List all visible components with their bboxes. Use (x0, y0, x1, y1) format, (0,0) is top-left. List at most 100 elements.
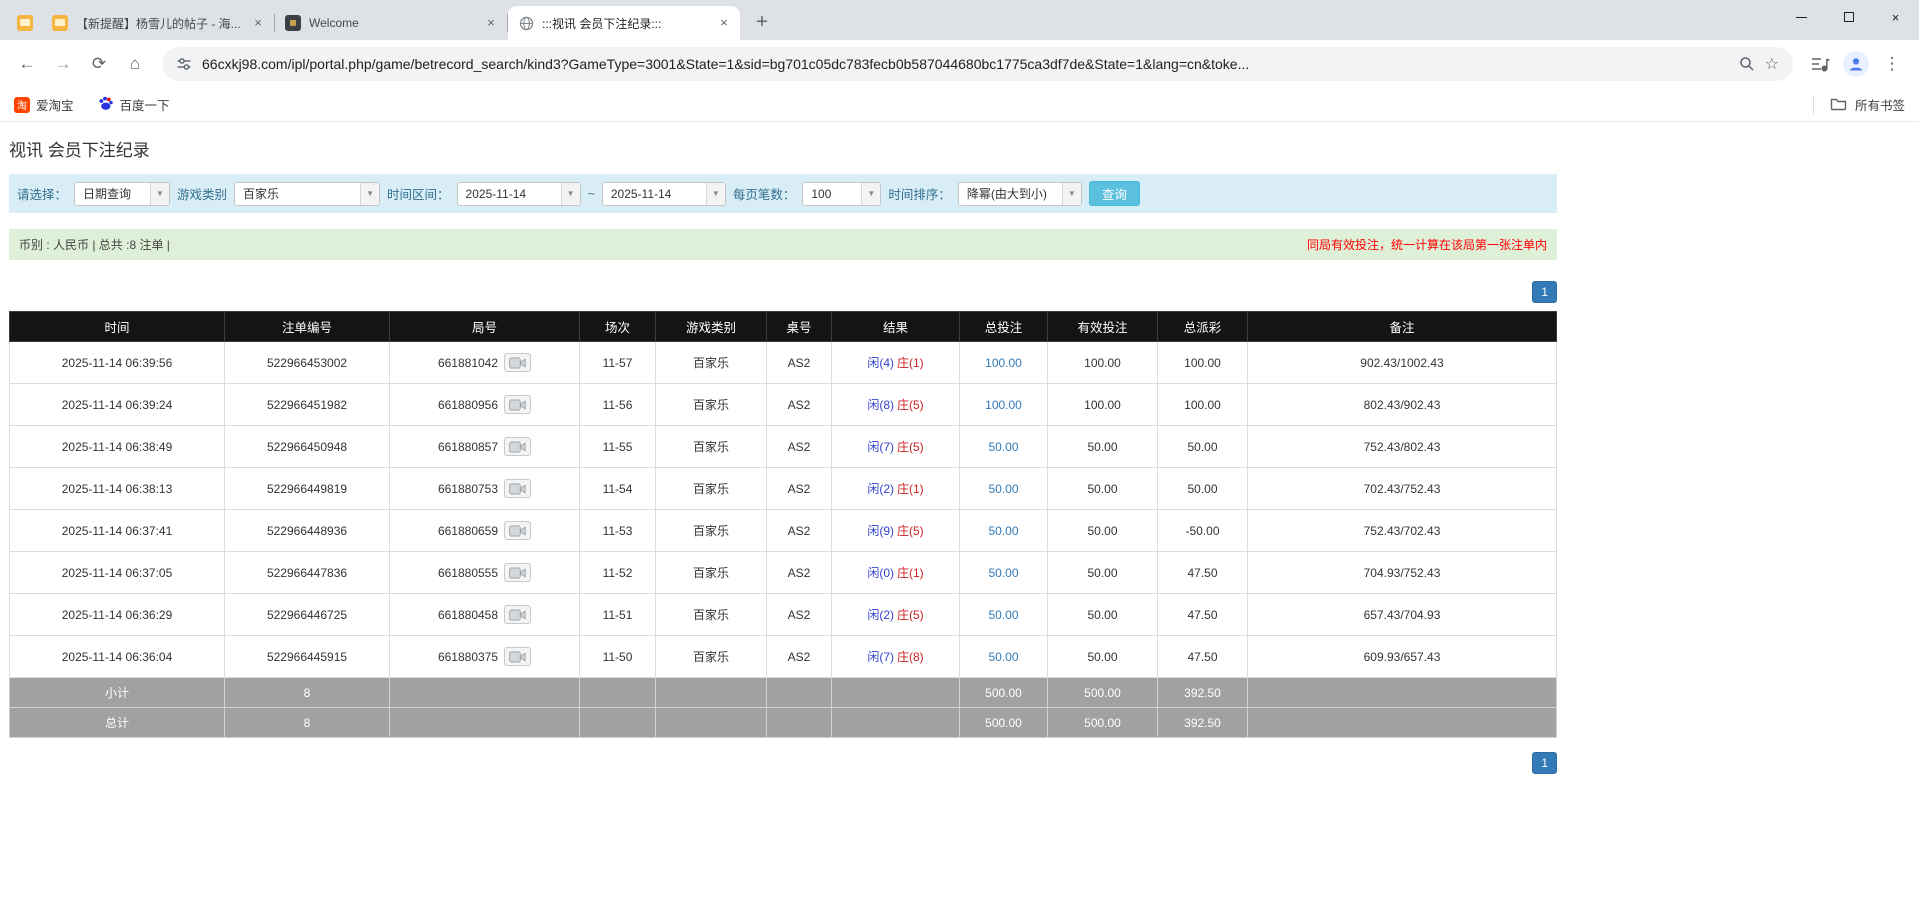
reload-button[interactable]: ⟳ (82, 47, 116, 81)
home-button[interactable]: ⌂ (118, 47, 152, 81)
total-bet-link[interactable]: 50.00 (988, 566, 1018, 580)
cell-session: 11-53 (579, 509, 656, 552)
cell-time: 2025-11-14 06:36:04 (9, 635, 225, 678)
bet-table-body: 2025-11-14 06:39:56 522966453002 661881042… (9, 341, 1557, 678)
round-id-text: 661880857 (437, 439, 499, 454)
cell-session: 11-52 (579, 551, 656, 594)
total-bet-link[interactable]: 50.00 (988, 440, 1018, 454)
video-replay-button[interactable] (504, 395, 532, 414)
cell-session: 11-50 (579, 635, 656, 678)
tab-close-icon[interactable]: × (716, 15, 732, 31)
tab-bet-records-active[interactable]: :::视讯 会员下注纪录::: × (508, 6, 740, 40)
chevron-down-icon[interactable]: ▼ (1061, 182, 1081, 205)
cell-valid-bet: 50.00 (1047, 425, 1158, 468)
site-settings-icon[interactable] (176, 56, 192, 72)
bookmark-label: 百度一下 (119, 99, 170, 113)
cell-remark: 657.43/704.93 (1247, 593, 1557, 636)
total-bet-link[interactable]: 50.00 (988, 482, 1018, 496)
bookmark-baidu[interactable]: 百度一下 (98, 95, 170, 114)
cell-time: 2025-11-14 06:38:13 (9, 467, 225, 510)
cell-remark: 704.93/752.43 (1247, 551, 1557, 594)
sort-select[interactable]: 降幂(由大到小) ▼ (957, 181, 1082, 206)
cell-valid-bet: 50.00 (1047, 635, 1158, 678)
bookmark-taobao[interactable]: 淘 爱淘宝 (14, 95, 74, 114)
back-button[interactable]: ← (10, 47, 44, 81)
video-replay-button[interactable] (504, 647, 532, 666)
video-replay-button[interactable] (504, 563, 532, 582)
chevron-down-icon[interactable]: ▼ (150, 182, 170, 205)
tab-close-icon[interactable]: × (250, 15, 266, 31)
video-replay-button[interactable] (504, 437, 532, 456)
cell-table-no: AS2 (766, 425, 832, 468)
result-banker: 庄(1) (897, 356, 924, 370)
profile-avatar[interactable] (1839, 47, 1873, 81)
total-bet-link[interactable]: 50.00 (988, 524, 1018, 538)
new-tab-button[interactable]: + (748, 8, 776, 36)
game-type-value: 百家乐 (243, 187, 280, 201)
browser-menu-button[interactable]: ⋮ (1875, 47, 1909, 81)
query-type-select[interactable]: 日期查询 ▼ (74, 181, 171, 206)
cell-table-no: AS2 (766, 341, 832, 384)
video-replay-button[interactable] (504, 479, 532, 498)
tab-forum[interactable]: 【新提醒】杨雪儿的帖子 - 海... × (42, 6, 274, 40)
total-bet-link[interactable]: 100.00 (985, 356, 1022, 370)
maximize-button[interactable] (1825, 0, 1872, 34)
chevron-down-icon[interactable]: ▼ (360, 182, 380, 205)
cell-round-id: 661880753 (389, 467, 580, 510)
pagination-page-1[interactable]: 1 (1532, 281, 1557, 303)
cell-payout: 100.00 (1157, 383, 1248, 426)
maximize-icon (1843, 12, 1854, 22)
cell-remark: 752.43/802.43 (1247, 425, 1557, 468)
globe-favicon (518, 15, 534, 31)
total-bet-link[interactable]: 50.00 (988, 650, 1018, 664)
forward-button[interactable]: → (46, 47, 80, 81)
cell-valid-bet: 100.00 (1047, 341, 1158, 384)
cell-result: 闲(7) 庄(8) (831, 635, 960, 678)
column-header: 局号 (389, 311, 580, 342)
address-bar[interactable]: 66cxkj98.com/ipl/portal.php/game/betreco… (162, 47, 1793, 81)
minimize-button[interactable] (1778, 0, 1825, 34)
cell-total-bet: 50.00 (959, 635, 1048, 678)
chevron-down-icon[interactable]: ▼ (560, 182, 580, 205)
video-replay-button[interactable] (504, 353, 532, 372)
pinned-tab[interactable] (8, 6, 42, 40)
search-button[interactable]: 查询 (1088, 181, 1140, 206)
game-type-select[interactable]: 百家乐 ▼ (234, 181, 381, 206)
filter-bar: 请选择： 日期查询 ▼ 游戏类别 百家乐 ▼ 时间区间： 2025-11-14 … (9, 174, 1557, 213)
total-bet-link[interactable]: 50.00 (988, 608, 1018, 622)
video-replay-button[interactable] (504, 605, 532, 624)
cell-payout: 50.00 (1157, 425, 1248, 468)
chevron-down-icon[interactable]: ▼ (861, 182, 881, 205)
cell-game-type: 百家乐 (655, 341, 767, 384)
total-row: 总计 8 500.00 500.00 392.50 (9, 707, 1557, 738)
date-from-select[interactable]: 2025-11-14 ▼ (456, 181, 581, 206)
result-banker: 庄(8) (897, 650, 924, 664)
video-replay-button[interactable] (504, 521, 532, 540)
tab-close-icon[interactable]: × (483, 15, 499, 31)
close-window-button[interactable]: × (1872, 0, 1919, 34)
bookmark-star-icon[interactable]: ☆ (1765, 54, 1779, 74)
result-player: 闲(8) (867, 398, 894, 412)
cell-table-no: AS2 (766, 593, 832, 636)
total-empty-cell (655, 707, 767, 738)
chevron-down-icon[interactable]: ▼ (705, 182, 725, 205)
tab-welcome[interactable]: Welcome × (275, 6, 507, 40)
cell-table-no: AS2 (766, 509, 832, 552)
pagination-bottom: 1 (9, 752, 1557, 774)
cell-result: 闲(4) 庄(1) (831, 341, 960, 384)
total-bet-link[interactable]: 100.00 (985, 398, 1022, 412)
media-controls-icon[interactable] (1803, 47, 1837, 81)
all-bookmarks-button[interactable]: 所有书签 (1855, 95, 1905, 114)
cell-result: 闲(0) 庄(1) (831, 551, 960, 594)
page-size-select[interactable]: 100 ▼ (802, 181, 882, 206)
page-title: 视讯 会员下注纪录 (9, 141, 150, 160)
date-to-select[interactable]: 2025-11-14 ▼ (601, 181, 726, 206)
subtotal-payout: 392.50 (1157, 677, 1248, 708)
round-id-text: 661880458 (437, 607, 499, 622)
zoom-icon[interactable] (1739, 56, 1755, 72)
cell-time: 2025-11-14 06:39:24 (9, 383, 225, 426)
table-row: 2025-11-14 06:37:05 522966447836 661880555… (9, 551, 1557, 594)
pagination-page-1[interactable]: 1 (1532, 752, 1557, 774)
url-text[interactable]: 66cxkj98.com/ipl/portal.php/game/betreco… (202, 56, 1729, 72)
cell-valid-bet: 50.00 (1047, 467, 1158, 510)
